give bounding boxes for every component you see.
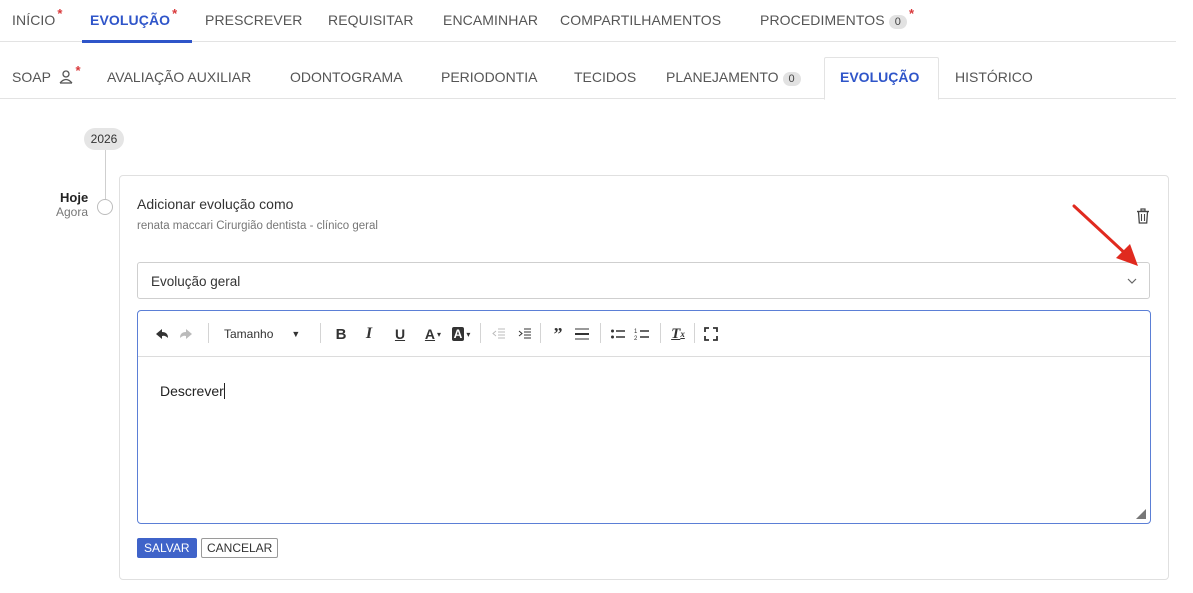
outdent-icon[interactable] [492,325,506,343]
svg-text:2: 2 [634,336,638,342]
redo-icon[interactable] [178,325,194,343]
toolbar-separator [660,323,661,343]
tab-procedimentos-label: PROCEDIMENTOS [760,12,885,28]
timeline-day-label: Hoje [60,190,89,205]
font-color-icon[interactable]: A ▾ [422,325,444,343]
svg-text:1: 1 [634,329,638,335]
chevron-down-icon [1127,278,1137,284]
card-title: Adicionar evolução como [137,196,294,212]
tab-compartilhamentos[interactable]: COMPARTILHAMENTOS [560,12,721,28]
subtab-odontograma[interactable]: ODONTOGRAMA [290,69,403,85]
user-icon [59,70,73,84]
font-size-dropdown[interactable]: Tamanho ▼ [224,325,300,343]
subtab-evolucao[interactable]: EVOLUÇÃO [840,69,919,85]
tab-inicio-label: INÍCIO [12,12,56,28]
subtab-planejamento[interactable]: PLANEJAMENTO 0 [666,69,801,86]
toolbar-separator [320,323,321,343]
text-caret [223,383,225,399]
active-tab-indicator [82,40,192,43]
bullet-list-icon[interactable] [610,325,626,343]
tab-inicio[interactable]: INÍCIO * [12,6,63,28]
toolbar-separator [694,323,695,343]
font-size-label: Tamanho [224,327,274,341]
evolution-card: Adicionar evolução como renata maccari C… [119,175,1169,580]
editor-content[interactable]: Descrever [160,383,225,399]
subtab-soap[interactable]: SOAP * [12,63,81,85]
toolbar-separator [480,323,481,343]
subtab-tecidos[interactable]: TECIDOS [574,69,636,85]
timeline-line [105,150,106,200]
undo-icon[interactable] [154,325,170,343]
required-mark: * [172,6,178,21]
clear-format-icon[interactable]: Tx [670,325,686,343]
subtab-planejamento-label: PLANEJAMENTO [666,69,779,85]
card-subtitle: renata maccari Cirurgião dentista - clín… [137,220,378,232]
italic-icon[interactable]: I [362,325,376,343]
required-mark: * [908,6,915,21]
background-color-icon[interactable]: A ▾ [450,325,472,343]
year-pill: 2026 [84,128,124,150]
timeline-node [97,199,113,215]
toolbar-separator [540,323,541,343]
required-mark: * [75,63,81,78]
subtab-avaliacao-auxiliar[interactable]: AVALIAÇÃO AUXILIAR [107,69,251,85]
caret-down-icon: ▼ [291,329,301,339]
required-mark: * [57,6,63,21]
toolbar-separator [208,323,209,343]
tab-prescrever[interactable]: PRESCREVER [205,12,302,28]
timeline-time-label: Agora [56,205,89,219]
top-tabs: INÍCIO * EVOLUÇÃO * PRESCREVER REQUISITAR … [0,0,1176,43]
toolbar-separator [600,323,601,343]
cancel-button[interactable]: CANCELAR [201,538,279,558]
underline-icon[interactable]: U [393,325,407,343]
blockquote-icon[interactable]: ” [550,324,566,344]
horizontal-rule-icon[interactable] [574,325,590,343]
procedimentos-count-badge: 0 [888,15,907,29]
editor-text: Descrever [160,383,224,399]
evolution-type-select[interactable]: Evolução geral [137,262,1150,299]
tab-encaminhar[interactable]: ENCAMINHAR [443,12,538,28]
numbered-list-icon[interactable]: 12 [634,325,650,343]
tab-evolucao-label: EVOLUÇÃO [90,12,171,28]
resize-handle-icon[interactable] [1136,509,1146,519]
subtab-historico[interactable]: HISTÓRICO [955,69,1033,85]
bold-icon[interactable]: B [334,325,348,343]
tab-evolucao[interactable]: EVOLUÇÃO * [90,6,177,28]
fullscreen-icon[interactable] [704,325,718,343]
tab-procedimentos[interactable]: PROCEDIMENTOS 0* [760,6,914,29]
editor-toolbar: Tamanho ▼ B I U A ▾ A ▾ ” 12 Tx [138,311,1150,357]
sub-tabs: SOAP * AVALIAÇÃO AUXILIAR ODONTOGRAMA PE… [0,57,1176,100]
subtab-periodontia[interactable]: PERIODONTIA [441,69,537,85]
planejamento-count-badge: 0 [782,72,801,86]
save-button[interactable]: SALVAR [137,538,197,558]
tab-requisitar[interactable]: REQUISITAR [328,12,414,28]
subtab-soap-label: SOAP [12,69,51,85]
annotation-arrow [1072,204,1138,266]
evolution-type-value: Evolução geral [151,274,241,289]
rich-text-editor[interactable]: Tamanho ▼ B I U A ▾ A ▾ ” 12 Tx Descrever [137,310,1151,524]
indent-icon[interactable] [518,325,532,343]
